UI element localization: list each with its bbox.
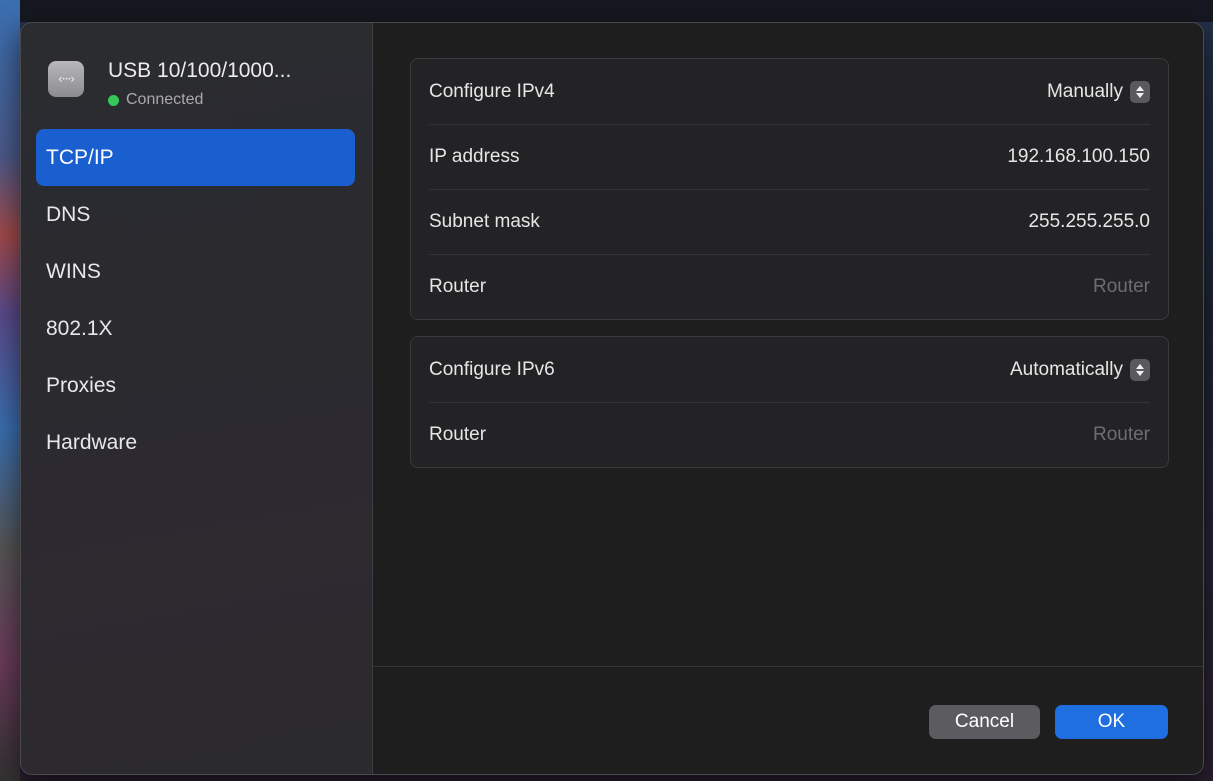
sidebar-item-label: Proxies bbox=[46, 373, 117, 397]
configure-ipv4-value: Manually bbox=[1046, 80, 1123, 102]
sidebar-item-dns[interactable]: DNS bbox=[36, 186, 355, 243]
configure-ipv4-row: Configure IPv4 Manually bbox=[411, 59, 1168, 124]
ethernet-icon-glyph: ‹···› bbox=[57, 72, 75, 86]
cancel-button[interactable]: Cancel bbox=[929, 705, 1040, 739]
device-status: Connected bbox=[108, 91, 203, 109]
ethernet-icon: ‹···› bbox=[48, 61, 84, 97]
footer-divider bbox=[373, 666, 1203, 667]
sidebar-item-label: Hardware bbox=[46, 430, 138, 454]
sidebar-item-wins[interactable]: WINS bbox=[36, 243, 355, 300]
network-details-sheet: ‹···› USB 10/100/1000... Connected TCP/I… bbox=[20, 22, 1204, 775]
device-status-label: Connected bbox=[126, 91, 204, 108]
ipv6-router-row: Router Router bbox=[411, 402, 1168, 467]
sidebar-item-label: TCP/IP bbox=[46, 145, 114, 169]
chevron-updown-icon bbox=[1130, 80, 1150, 103]
background-app-strip bbox=[0, 0, 20, 781]
configure-ipv4-popup[interactable]: Manually bbox=[1046, 80, 1150, 103]
sidebar-item-label: WINS bbox=[46, 259, 101, 283]
sidebar-item-hardware[interactable]: Hardware bbox=[36, 414, 355, 471]
ip-address-field[interactable]: 192.168.100.150 bbox=[1007, 146, 1150, 168]
ipv4-router-field[interactable]: Router bbox=[1093, 276, 1150, 298]
subnet-mask-label: Subnet mask bbox=[429, 210, 540, 232]
subnet-mask-row: Subnet mask 255.255.255.0 bbox=[411, 189, 1168, 254]
configure-ipv6-value: Automatically bbox=[1010, 358, 1123, 380]
configure-ipv6-label: Configure IPv6 bbox=[429, 358, 555, 380]
ipv4-group: Configure IPv4 Manually IP address 192.1… bbox=[410, 58, 1169, 320]
sidebar-item-label: DNS bbox=[46, 202, 91, 226]
device-name: USB 10/100/1000... bbox=[108, 59, 292, 82]
status-dot-icon bbox=[108, 94, 119, 106]
ip-address-row: IP address 192.168.100.150 bbox=[411, 124, 1168, 189]
sidebar: ‹···› USB 10/100/1000... Connected TCP/I… bbox=[21, 23, 373, 774]
ipv6-router-label: Router bbox=[429, 423, 487, 445]
ipv6-group: Configure IPv6 Automatically Router Rout… bbox=[410, 336, 1169, 468]
configure-ipv4-label: Configure IPv4 bbox=[429, 80, 555, 102]
ipv6-router-field[interactable]: Router bbox=[1093, 424, 1150, 446]
chevron-updown-icon bbox=[1130, 358, 1150, 381]
sidebar-item-tcpip[interactable]: TCP/IP bbox=[36, 129, 355, 186]
device-header: ‹···› USB 10/100/1000... Connected bbox=[48, 59, 358, 115]
sidebar-nav: TCP/IP DNS WINS 802.1X Proxies Hardware bbox=[36, 129, 355, 471]
ip-address-label: IP address bbox=[429, 145, 520, 167]
subnet-mask-field[interactable]: 255.255.255.0 bbox=[1028, 211, 1150, 233]
configure-ipv6-row: Configure IPv6 Automatically bbox=[411, 337, 1168, 402]
sidebar-item-proxies[interactable]: Proxies bbox=[36, 357, 355, 414]
background-window-edge bbox=[0, 0, 1213, 22]
sidebar-item-label: 802.1X bbox=[46, 316, 113, 340]
ipv4-router-row: Router Router bbox=[411, 254, 1168, 319]
ipv4-router-label: Router bbox=[429, 275, 487, 297]
configure-ipv6-popup[interactable]: Automatically bbox=[1010, 358, 1150, 381]
ok-button[interactable]: OK bbox=[1055, 705, 1168, 739]
sidebar-item-8021x[interactable]: 802.1X bbox=[36, 300, 355, 357]
content-pane: Configure IPv4 Manually IP address 192.1… bbox=[373, 23, 1203, 774]
